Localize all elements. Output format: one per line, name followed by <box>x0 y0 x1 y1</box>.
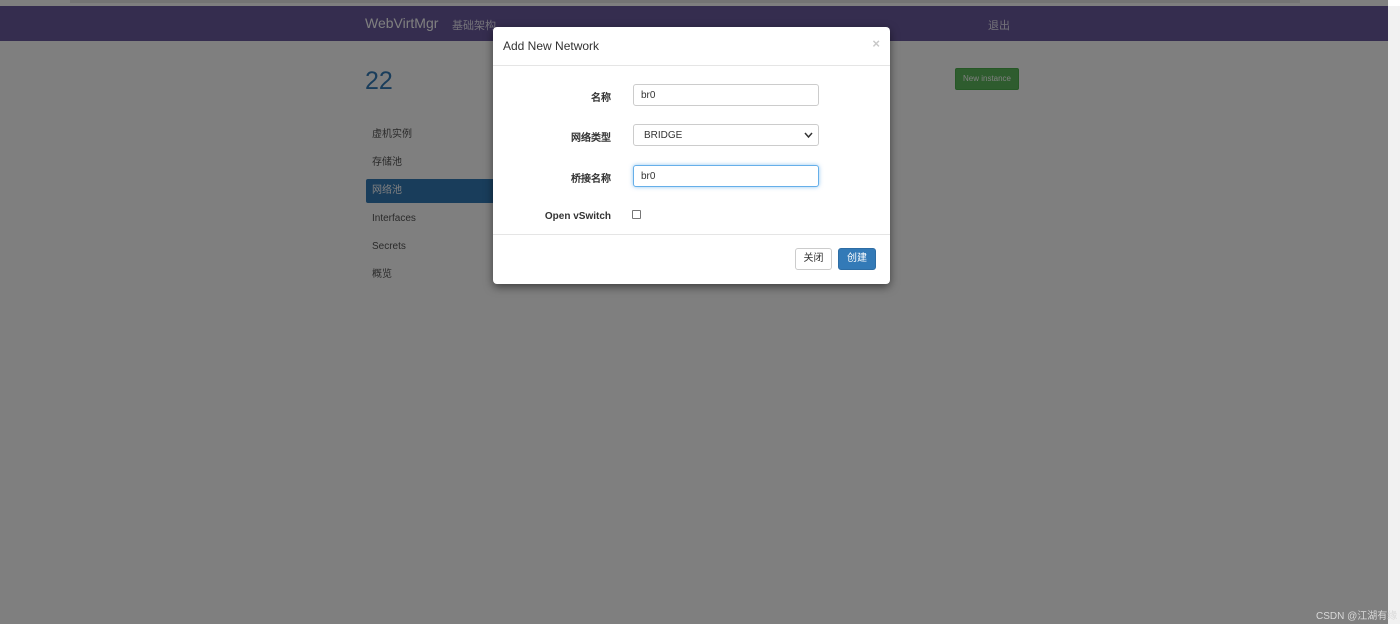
modal-footer-divider <box>493 234 890 235</box>
close-icon[interactable]: × <box>872 36 880 51</box>
open-vswitch-checkbox[interactable] <box>632 210 641 219</box>
open-vswitch-label: Open vSwitch <box>544 211 611 222</box>
bridge-name-input[interactable] <box>633 165 819 187</box>
close-button[interactable]: 关闭 <box>795 248 832 270</box>
modal-title: Add New Network <box>503 39 600 53</box>
network-type-value: BRIDGE <box>644 130 683 141</box>
chevron-down-icon <box>804 128 813 144</box>
name-label: 名称 <box>591 93 611 104</box>
add-network-dialog: Add New Network × 名称 网络类型 BRIDGE 桥接名称 Op… <box>493 27 890 284</box>
page: WebVirtMgr 基础架构 退出 22 New instance 虚机实例 … <box>0 0 1400 624</box>
modal-header: Add New Network × <box>493 27 890 66</box>
bridge-name-label: 桥接名称 <box>571 174 611 185</box>
watermark: CSDN @江湖有缘 <box>1316 611 1398 622</box>
page-scrollbar[interactable] <box>1388 6 1400 624</box>
name-input[interactable] <box>633 84 819 106</box>
network-type-select[interactable]: BRIDGE <box>633 124 819 146</box>
create-button[interactable]: 创建 <box>838 248 876 270</box>
network-type-label: 网络类型 <box>571 133 611 144</box>
